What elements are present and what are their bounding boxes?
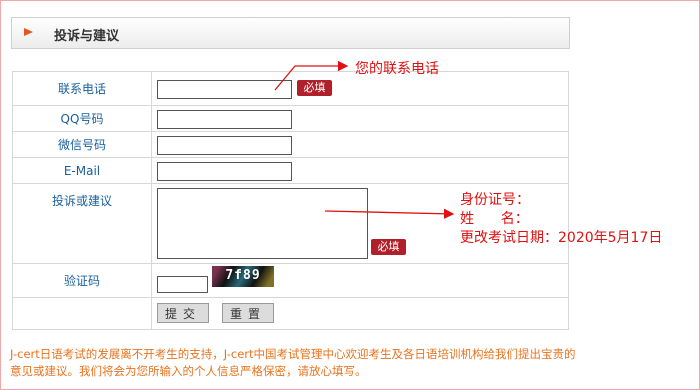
suggestion-arrow-icon [324,208,455,219]
annotation-id-line: 身份证号： [460,192,530,208]
annotation-phone-note: 您的联系电话 [355,61,439,77]
annotation-arrows [274,60,455,219]
phone-arrow-icon [274,60,349,91]
footer-note: J-cert日语考试的发展离不开考生的支持，J-cert中国考试管理中心欢迎考生… [10,347,576,378]
annotation-name-line: 姓 名： [460,211,529,227]
annotation-date-line: 更改考试日期：2020年5月17日 [460,230,663,246]
